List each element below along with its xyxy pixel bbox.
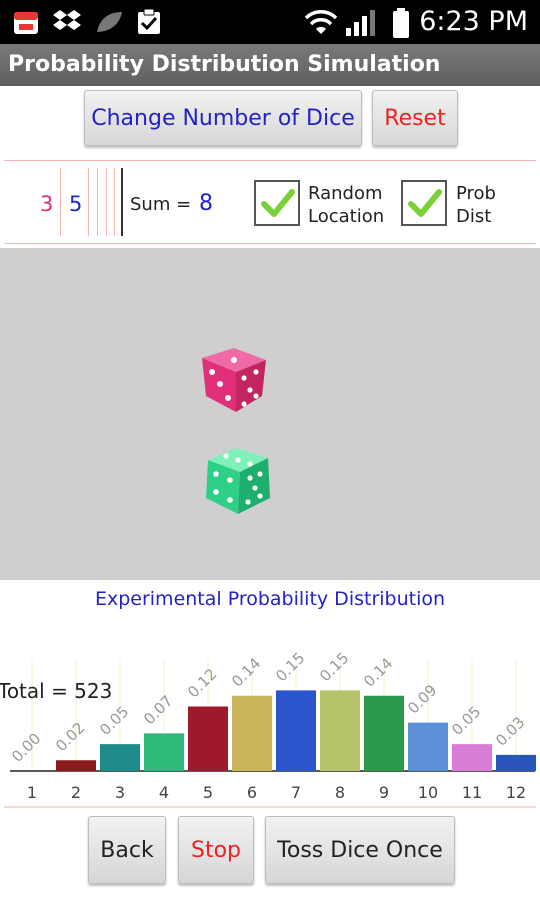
divider	[4, 243, 536, 244]
die1-value: 3	[40, 192, 54, 216]
tick-label-8: 8	[335, 783, 345, 802]
value-label-9: 0.14	[360, 654, 396, 690]
app-title-bar: Probability Distribution Simulation	[0, 44, 540, 86]
stop-button[interactable]: Stop	[178, 816, 254, 884]
separator	[97, 168, 98, 236]
sum-label: Sum =	[130, 194, 192, 215]
bar-3	[100, 744, 140, 771]
random-location-checkbox[interactable]	[254, 180, 300, 226]
green-die-icon	[206, 448, 270, 514]
change-number-of-dice-button[interactable]: Change Number of Dice	[84, 90, 362, 146]
checkmark-icon	[408, 189, 442, 217]
status-time: 6:23 PM	[419, 6, 528, 37]
probability-chart: Total = 523 0.00 1 0.02 2 0.05 3 0.07 4 0.12 5 0.1…	[0, 649, 536, 808]
checkmark-icon	[261, 189, 295, 217]
back-button[interactable]: Back	[88, 816, 166, 884]
app-title: Probability Distribution Simulation	[8, 52, 441, 77]
tick-label-7: 7	[291, 783, 301, 802]
separator	[114, 168, 115, 236]
dice-area[interactable]	[0, 248, 540, 580]
bar-9	[364, 695, 404, 771]
tick-label-1: 1	[27, 783, 37, 802]
prob-dist-label-line1: Prob	[456, 183, 496, 204]
value-label-5: 0.12	[184, 665, 220, 701]
value-label-6: 0.14	[228, 654, 264, 690]
wifi-icon	[304, 10, 338, 34]
tick-label-9: 9	[379, 783, 389, 802]
total-label: Total = 523	[0, 679, 112, 703]
toss-dice-once-button[interactable]: Toss Dice Once	[265, 816, 455, 884]
separator	[60, 168, 61, 236]
separator	[88, 168, 89, 236]
value-label-12: 0.03	[492, 713, 528, 749]
battery-icon	[393, 8, 409, 38]
sum-value: 8	[199, 191, 213, 216]
dropbox-icon	[53, 10, 81, 30]
value-label-11: 0.05	[448, 703, 484, 739]
bar-4	[144, 733, 184, 771]
pink-die-icon	[202, 348, 266, 412]
reset-button[interactable]: Reset	[372, 90, 458, 146]
tick-label-5: 5	[203, 783, 213, 802]
bar-12	[496, 754, 536, 771]
prob-dist-checkbox[interactable]	[401, 180, 447, 226]
value-label-10: 0.09	[404, 681, 440, 717]
value-label-3: 0.05	[96, 703, 132, 739]
signal-icon	[346, 10, 375, 36]
value-label-7: 0.15	[272, 649, 308, 685]
tick-label-11: 11	[462, 783, 482, 802]
value-label-1: 0.00	[8, 729, 44, 765]
value-label-4: 0.07	[140, 692, 176, 728]
bar-2	[56, 760, 96, 771]
die2-value: 5	[69, 192, 83, 216]
separator	[121, 168, 123, 236]
bar-11	[452, 744, 492, 771]
separator	[106, 168, 107, 236]
tick-label-2: 2	[71, 783, 81, 802]
leaf-icon	[97, 12, 122, 32]
bar-8	[320, 690, 360, 771]
tick-label-6: 6	[247, 783, 257, 802]
bar-5	[188, 706, 228, 771]
calendar-icon	[14, 12, 38, 34]
bar-7	[276, 690, 316, 771]
tick-label-4: 4	[159, 783, 169, 802]
random-location-label-line1: Random	[308, 183, 383, 204]
tick-label-3: 3	[115, 783, 125, 802]
value-label-2: 0.02	[52, 719, 88, 755]
prob-dist-label-line2: Dist	[456, 206, 492, 227]
prob-dist-label: Prob Dist	[456, 182, 496, 228]
random-location-label: Random Location	[308, 182, 384, 228]
value-label-8: 0.15	[316, 649, 352, 685]
bar-6	[232, 695, 272, 771]
divider	[4, 160, 536, 161]
tick-label-10: 10	[418, 783, 438, 802]
status-bar: 6:23 PM	[0, 0, 540, 44]
bar-10	[408, 722, 448, 771]
tick-label-12: 12	[506, 783, 526, 802]
clipboard-check-icon	[138, 8, 160, 34]
chart-title: Experimental Probability Distribution	[94, 588, 446, 610]
random-location-label-line2: Location	[308, 206, 385, 227]
